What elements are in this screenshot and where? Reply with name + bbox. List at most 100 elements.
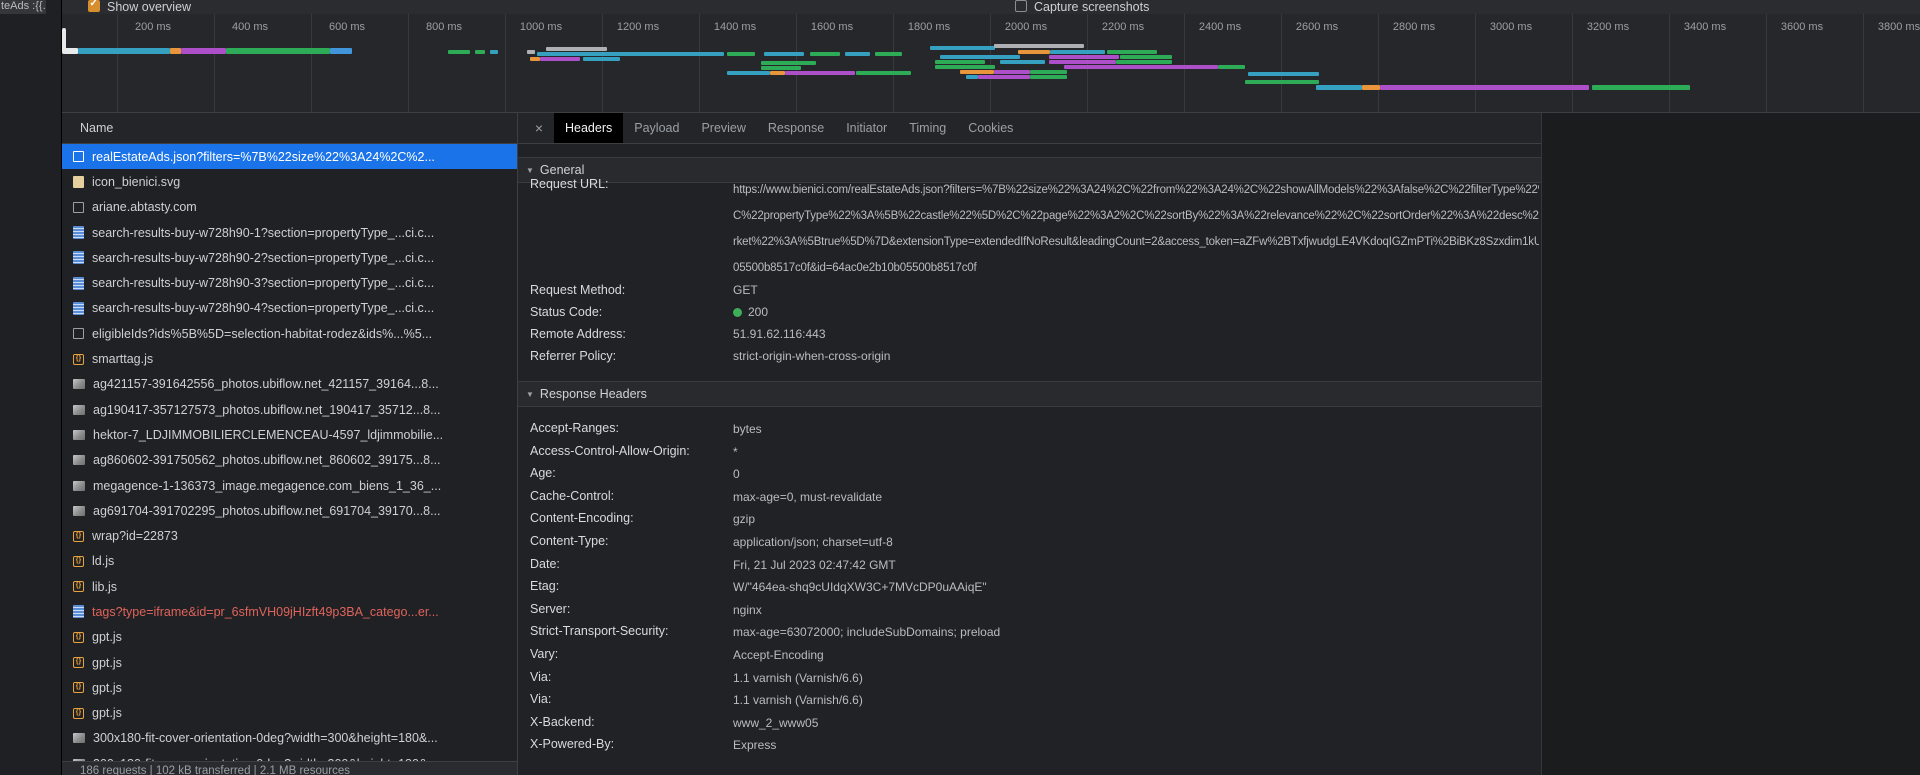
header-key: Strict-Transport-Security: [530, 624, 668, 638]
header-key: Etag: [530, 579, 559, 593]
script-icon: {} [73, 581, 84, 592]
ruler-tick-label: 3600 ms [1781, 21, 1823, 33]
request-row[interactable]: {}gpt.js [62, 650, 517, 675]
header-key: Server: [530, 602, 570, 616]
waterfall-bar [1592, 85, 1690, 90]
checkbox-unchecked-icon[interactable] [1015, 0, 1027, 12]
response-header-row: Strict-Transport-Security:max-age=630720… [518, 622, 1541, 645]
network-toolbar: Show overview Capture screenshots [62, 0, 1920, 14]
close-icon[interactable]: × [524, 113, 554, 143]
ruler-gridline [408, 14, 409, 112]
request-row[interactable]: {}gpt.js [62, 625, 517, 650]
request-row[interactable]: search-results-buy-w728h90-2?section=pro… [62, 245, 517, 270]
header-key: Age: [530, 466, 556, 480]
ruler-gridline [117, 14, 118, 112]
response-headers-section-header[interactable]: ▼ Response Headers [518, 381, 1541, 407]
request-row[interactable]: search-results-buy-w728h90-1?section=pro… [62, 220, 517, 245]
request-row[interactable]: hektor-7_LDJIMMOBILIERCLEMENCEAU-4597_ld… [62, 422, 517, 447]
response-header-rows: Accept-Ranges:bytesAccess-Control-Allow-… [518, 419, 1541, 758]
header-value: 0 [733, 467, 740, 481]
request-row[interactable]: ag691704-391702295_photos.ubiflow.net_69… [62, 498, 517, 523]
request-name: ariane.abtasty.com [92, 200, 197, 214]
request-name: search-results-buy-w728h90-1?section=pro… [92, 226, 434, 240]
tab-cookies[interactable]: Cookies [957, 113, 1024, 143]
image-icon [73, 455, 85, 465]
request-row[interactable]: ariane.abtasty.com [62, 195, 517, 220]
header-value: 200 [733, 305, 768, 319]
ruler-gridline [1669, 14, 1670, 112]
tab-headers[interactable]: Headers [554, 113, 623, 143]
request-row[interactable]: {}gpt.js [62, 675, 517, 700]
capture-screenshots-checkbox[interactable]: Capture screenshots [1015, 0, 1149, 14]
waterfall-bar [78, 48, 170, 54]
request-row[interactable]: {}wrap?id=22873 [62, 523, 517, 548]
ruler-tick-label: 400 ms [232, 21, 268, 33]
detail-tabs: HeadersPayloadPreviewResponseInitiatorTi… [554, 113, 1024, 143]
network-overview-waterfall[interactable]: 200 ms400 ms600 ms800 ms1000 ms1200 ms14… [62, 14, 1920, 112]
request-row[interactable]: {}smarttag.js [62, 346, 517, 371]
request-name: hektor-7_LDJIMMOBILIERCLEMENCEAU-4597_ld… [93, 428, 443, 442]
checkbox-checked-icon[interactable] [88, 0, 100, 12]
request-name: icon_bienici.svg [92, 175, 180, 189]
header-value: Fri, 21 Jul 2023 02:47:42 GMT [733, 558, 896, 572]
ruler-gridline [1572, 14, 1573, 112]
request-name: ld.js [92, 554, 114, 568]
request-row[interactable]: ag190417-357127573_photos.ubiflow.net_19… [62, 397, 517, 422]
waterfall-bar [1050, 50, 1105, 54]
request-row[interactable]: 300x180-fit-cover-orientation-0deg?width… [62, 726, 517, 751]
request-name: 300x180-fit-cover-orientation-0deg?width… [93, 731, 438, 745]
ruler-gridline [990, 14, 991, 112]
tab-timing[interactable]: Timing [898, 113, 957, 143]
waterfall-bar [930, 46, 995, 50]
request-row[interactable]: megagence-1-136373_image.megagence.com_b… [62, 473, 517, 498]
header-key: Cache-Control: [530, 489, 614, 503]
request-row[interactable]: ag860602-391750562_photos.ubiflow.net_86… [62, 448, 517, 473]
request-row[interactable]: icon_bienici.svg [62, 169, 517, 194]
header-value: gzip [733, 512, 755, 526]
request-url-line: 05500b8517c0f&id=64ac0e2b10b05500b8517c0… [733, 255, 1539, 281]
chevron-down-icon: ▼ [526, 390, 534, 399]
request-row[interactable]: ag421157-391642556_photos.ubiflow.net_42… [62, 372, 517, 397]
script-icon: {} [73, 632, 84, 643]
ruler-gridline [1475, 14, 1476, 112]
name-column-header[interactable]: Name [62, 113, 517, 144]
request-row[interactable]: {}ld.js [62, 549, 517, 574]
request-row[interactable]: search-results-buy-w728h90-3?section=pro… [62, 270, 517, 295]
request-name: ag421157-391642556_photos.ubiflow.net_42… [93, 377, 439, 391]
header-value: Accept-Encoding [733, 648, 824, 662]
document-icon [73, 251, 84, 264]
waterfall-bar [761, 66, 801, 70]
header-key: Date: [530, 557, 560, 571]
waterfall-bar [935, 60, 985, 64]
request-row[interactable]: tags?type=iframe&id=pr_6sfmVH09jHIzft49p… [62, 599, 517, 624]
request-row[interactable]: search-results-buy-w728h90-4?section=pro… [62, 296, 517, 321]
header-value: max-age=0, must-revalidate [733, 490, 882, 504]
waterfall-bar [490, 50, 498, 54]
ruler-tick-label: 3800 ms [1878, 21, 1920, 33]
request-row[interactable]: {}gpt.js [62, 701, 517, 726]
overview-drag-handle[interactable] [62, 28, 66, 54]
show-overview-checkbox[interactable]: Show overview [88, 0, 191, 14]
ruler-tick-label: 2200 ms [1102, 21, 1144, 33]
waterfall-bar [1018, 50, 1050, 54]
request-row[interactable]: realEstateAds.json?filters=%7B%22size%22… [62, 144, 517, 169]
waterfall-bar [537, 52, 724, 56]
xhr-icon [73, 151, 84, 162]
tab-response[interactable]: Response [757, 113, 835, 143]
request-row[interactable]: {}lib.js [62, 574, 517, 599]
waterfall-bar [1316, 85, 1362, 90]
tab-preview[interactable]: Preview [690, 113, 756, 143]
waterfall-bar [546, 47, 607, 51]
ruler-tick-label: 3400 ms [1684, 21, 1726, 33]
waterfall-bar [527, 50, 535, 54]
ruler-gridline [893, 14, 894, 112]
header-value: bytes [733, 422, 762, 436]
tab-payload[interactable]: Payload [623, 113, 690, 143]
request-name: ag691704-391702295_photos.ubiflow.net_69… [93, 504, 441, 518]
waterfall-bar [1049, 60, 1116, 64]
request-row[interactable]: eligibleIds?ids%5B%5D=selection-habitat-… [62, 321, 517, 346]
header-key: Content-Encoding: [530, 511, 634, 525]
tab-initiator[interactable]: Initiator [835, 113, 898, 143]
ruler-gridline [214, 14, 215, 112]
document-icon [73, 277, 84, 290]
